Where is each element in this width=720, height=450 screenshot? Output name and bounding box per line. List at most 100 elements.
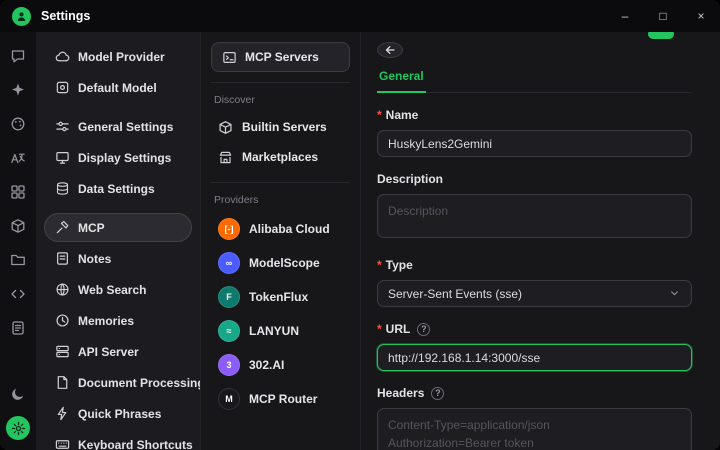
marketplaces-item[interactable]: Marketplaces <box>211 142 350 172</box>
required-asterisk: * <box>377 108 382 122</box>
sidebar-item-document-processing[interactable]: Document Processing <box>44 368 200 397</box>
provider-label: ModelScope <box>249 256 320 270</box>
field-label-text: URL <box>385 322 411 336</box>
url-field-label: * URL ? <box>377 322 692 336</box>
provider-modelscope[interactable]: ∞ ModelScope <box>211 246 350 280</box>
maximize-button[interactable]: □ <box>644 0 682 32</box>
model-icon <box>55 80 70 95</box>
sidebar-item-quick-phrases[interactable]: Quick Phrases <box>44 399 192 428</box>
titlebar: Settings – □ × <box>0 0 720 32</box>
required-asterisk: * <box>377 258 382 272</box>
url-input[interactable] <box>377 344 692 371</box>
sparkle-icon <box>12 83 24 96</box>
settings-window: Settings – □ × Model Provider Default Mo… <box>0 0 720 450</box>
sidebar-item-model-provider[interactable]: Model Provider <box>44 42 192 71</box>
rail-button-code[interactable] <box>6 282 30 306</box>
clipboard-icon <box>12 321 24 335</box>
app-icon-rail <box>0 32 36 450</box>
name-field-label: * Name <box>377 108 692 122</box>
provider-label: TokenFlux <box>249 290 309 304</box>
database-icon <box>55 181 70 196</box>
302ai-logo-icon: 3 <box>218 354 240 376</box>
package-icon <box>11 219 25 233</box>
builtin-servers-label: Builtin Servers <box>242 120 327 134</box>
provider-label: 302.AI <box>249 358 285 372</box>
description-field: Description <box>377 172 692 243</box>
sidebar-item-api-server[interactable]: API Server <box>44 337 192 366</box>
keyboard-icon <box>55 437 70 450</box>
headers-field: Headers ? <box>377 386 692 450</box>
sidebar-item-general-settings[interactable]: General Settings <box>44 112 192 141</box>
back-button[interactable] <box>377 42 403 58</box>
required-asterisk: * <box>377 322 382 336</box>
provider-alibaba-cloud[interactable]: [-] Alibaba Cloud <box>211 212 350 246</box>
type-field: * Type Server-Sent Events (sse) <box>377 258 692 307</box>
help-icon[interactable]: ? <box>431 386 445 400</box>
sidebar-item-keyboard-shortcuts[interactable]: Keyboard Shortcuts <box>44 430 193 450</box>
discover-section-title: Discover <box>214 94 255 106</box>
rail-button-magic[interactable] <box>6 78 30 102</box>
rail-button-minapp[interactable] <box>6 214 30 238</box>
lanyun-logo-icon: ≈ <box>218 320 240 342</box>
sidebar-item-data-settings[interactable]: Data Settings <box>44 174 192 203</box>
sidebar-item-default-model[interactable]: Default Model <box>44 73 192 102</box>
server-detail-panel: General * Name Description * Type <box>360 32 720 450</box>
sidebar-item-label: Notes <box>78 251 112 266</box>
zap-icon <box>55 406 70 421</box>
rail-button-notes[interactable] <box>6 316 30 340</box>
sidebar-item-memories[interactable]: Memories <box>44 306 192 335</box>
sliders-icon <box>55 119 70 134</box>
headers-textarea[interactable] <box>377 408 692 450</box>
provider-lanyun[interactable]: ≈ LANYUN <box>211 314 350 348</box>
headers-field-label: Headers ? <box>377 386 692 400</box>
app-avatar[interactable] <box>12 6 31 26</box>
code-icon <box>11 289 25 299</box>
translate-icon <box>11 153 25 164</box>
description-textarea[interactable] <box>377 194 692 238</box>
rail-button-apps[interactable] <box>6 180 30 204</box>
active-toggle-partial[interactable] <box>648 32 674 39</box>
close-button[interactable]: × <box>682 0 720 32</box>
mcp-hammer-icon <box>55 220 70 235</box>
sidebar-item-label: Document Processing <box>78 375 200 390</box>
detail-tabs: General <box>377 63 692 93</box>
folder-icon <box>11 254 25 266</box>
chat-icon <box>11 50 25 63</box>
rail-button-translate[interactable] <box>6 146 30 170</box>
rail-button-palette[interactable] <box>6 112 30 136</box>
sidebar-item-label: General Settings <box>78 119 174 134</box>
arrow-left-icon <box>385 46 395 54</box>
gear-icon <box>11 421 25 435</box>
sidebar-item-label: API Server <box>78 344 139 359</box>
moon-icon <box>12 388 24 400</box>
divider <box>211 82 350 83</box>
mcp-servers-button[interactable]: MCP Servers <box>211 42 350 72</box>
rail-button-theme[interactable] <box>6 382 30 406</box>
builtin-servers-item[interactable]: Builtin Servers <box>211 112 350 142</box>
minimize-button[interactable]: – <box>606 0 644 32</box>
window-controls: – □ × <box>606 0 720 32</box>
rail-button-files[interactable] <box>6 248 30 272</box>
type-select-value: Server-Sent Events (sse) <box>388 286 523 301</box>
sidebar-item-display-settings[interactable]: Display Settings <box>44 143 192 172</box>
mcp-router-logo-icon: M <box>218 388 240 410</box>
sidebar-item-web-search[interactable]: Web Search <box>44 275 192 304</box>
provider-302ai[interactable]: 3 302.AI <box>211 348 350 382</box>
display-icon <box>55 150 70 165</box>
rail-button-settings[interactable] <box>6 416 30 440</box>
palette-icon <box>11 117 25 131</box>
sidebar-item-mcp[interactable]: MCP <box>44 213 192 242</box>
rail-button-chat[interactable] <box>6 44 30 68</box>
alibaba-cloud-logo-icon: [-] <box>218 218 240 240</box>
sidebar-item-label: Data Settings <box>78 181 155 196</box>
sidebar-item-notes[interactable]: Notes <box>44 244 192 273</box>
clock-icon <box>55 313 70 328</box>
divider <box>211 182 350 183</box>
provider-mcp-router[interactable]: M MCP Router <box>211 382 350 416</box>
type-select[interactable]: Server-Sent Events (sse) <box>377 280 692 307</box>
help-icon[interactable]: ? <box>417 322 431 336</box>
name-input[interactable] <box>377 130 692 157</box>
tab-general[interactable]: General <box>377 63 426 93</box>
settings-sidebar: Model Provider Default Model General Set… <box>36 32 200 450</box>
provider-tokenflux[interactable]: F TokenFlux <box>211 280 350 314</box>
